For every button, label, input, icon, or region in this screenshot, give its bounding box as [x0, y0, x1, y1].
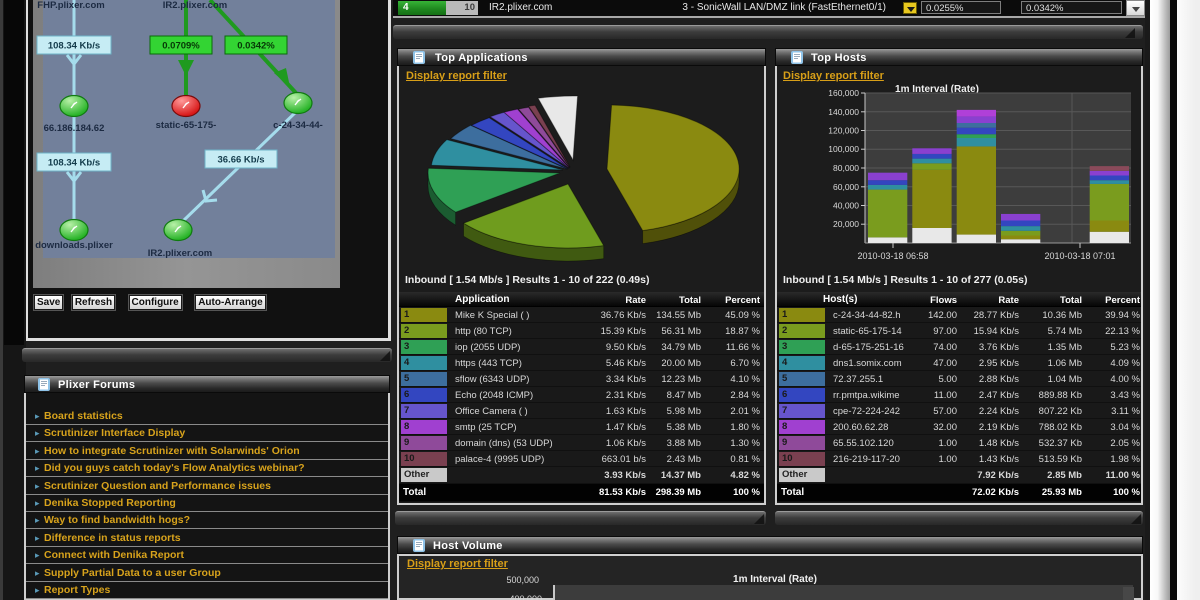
svg-text:36.66 Kb/s: 36.66 Kb/s — [218, 155, 265, 166]
svg-text:40,000: 40,000 — [833, 201, 859, 211]
svg-text:FHP.plixer.com: FHP.plixer.com — [37, 0, 104, 11]
svg-text:IR2.plixer.com: IR2.plixer.com — [148, 248, 212, 259]
svg-text:80,000: 80,000 — [833, 163, 859, 173]
svg-text:66.186.184.62: 66.186.184.62 — [44, 123, 105, 134]
svg-text:120,000: 120,000 — [828, 126, 859, 136]
svg-text:100,000: 100,000 — [828, 144, 859, 154]
svg-text:60,000: 60,000 — [833, 182, 859, 192]
svg-text:static-65-175-: static-65-175- — [156, 120, 217, 131]
svg-text:0.0342%: 0.0342% — [237, 41, 275, 52]
svg-text:2010-03-18 06:58: 2010-03-18 06:58 — [857, 251, 928, 261]
svg-text:108.34 Kb/s: 108.34 Kb/s — [48, 41, 100, 52]
svg-text:2010-03-18 07:01: 2010-03-18 07:01 — [1044, 251, 1115, 261]
svg-text:c-24-34-44-: c-24-34-44- — [273, 120, 323, 131]
svg-text:140,000: 140,000 — [828, 107, 859, 117]
svg-text:160,000: 160,000 — [828, 88, 859, 98]
svg-text:IR2.plixer.com: IR2.plixer.com — [163, 0, 227, 11]
svg-text:downloads.plixer: downloads.plixer — [35, 240, 113, 251]
svg-text:108.34 Kb/s: 108.34 Kb/s — [48, 158, 100, 169]
svg-text:20,000: 20,000 — [833, 219, 859, 229]
svg-text:0.0709%: 0.0709% — [162, 41, 200, 52]
